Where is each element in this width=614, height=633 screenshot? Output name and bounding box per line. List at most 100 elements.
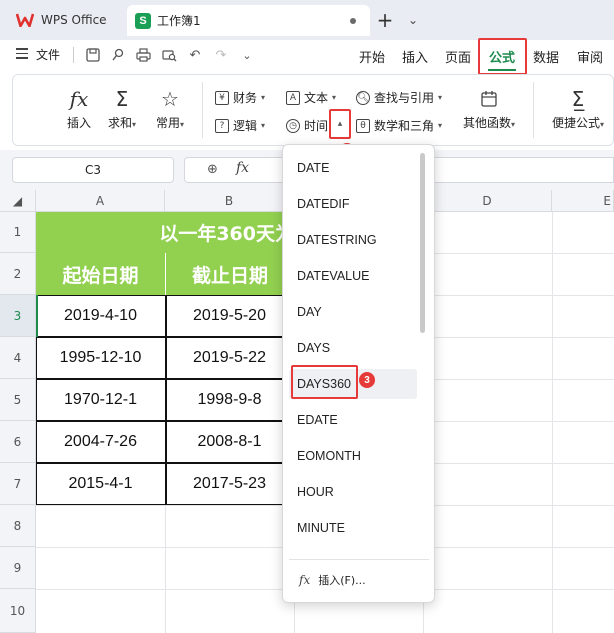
new-tab-button[interactable]: + — [373, 8, 397, 32]
cell-b5[interactable]: 1998-9-8 — [165, 379, 294, 421]
other-functions-button[interactable]: 其他函数▾ — [459, 84, 519, 131]
quick-formula-label: 便捷公式 — [551, 116, 600, 130]
row-header-6[interactable]: 6 — [0, 421, 36, 463]
text-button[interactable]: A 文本 ▾ — [286, 89, 336, 106]
logic-button[interactable]: ? 逻辑 ▾ — [215, 117, 265, 134]
highlight-box-days360 — [291, 365, 358, 399]
quick-formula-icon: Σ̲ — [571, 87, 585, 111]
row-header-7[interactable]: 7 — [0, 463, 36, 505]
dropdown-scrollbar[interactable] — [420, 153, 425, 333]
menu-item-days[interactable]: DAYS — [297, 341, 330, 355]
finance-button[interactable]: ¥ 财务 ▾ — [215, 89, 265, 106]
cell-b4[interactable]: 2019-5-22 — [165, 337, 294, 379]
ribbon-separator — [533, 82, 534, 138]
cell-a3[interactable]: 2019-4-10 — [36, 295, 165, 337]
fx-icon: fx — [69, 87, 89, 111]
workbook-tab-label: 工作簿1 — [157, 14, 201, 28]
insert-function-button[interactable]: fx 插入 — [59, 84, 99, 131]
menu-item-minute[interactable]: MINUTE — [297, 521, 345, 535]
menu-item-eomonth[interactable]: EOMONTH — [297, 449, 361, 463]
cell-a5[interactable]: 1970-12-1 — [36, 379, 165, 421]
cell-a7[interactable]: 2015-4-1 — [36, 463, 165, 505]
math-button[interactable]: θ 数学和三角 ▾ — [356, 117, 442, 134]
cell-b7[interactable]: 2017-5-23 — [165, 463, 294, 505]
wps-logo-icon — [15, 13, 35, 28]
math-icon: θ — [356, 118, 370, 133]
undo-icon[interactable]: ↶ — [186, 46, 204, 64]
insert-function-menu-item[interactable]: fx 插入(F)... — [299, 572, 366, 588]
cell-a6[interactable]: 2004-7-26 — [36, 421, 165, 463]
lookup-label: 查找与引用 — [374, 91, 435, 105]
column-header-e[interactable]: E — [552, 190, 614, 212]
cell-a4[interactable]: 1995-12-10 — [36, 337, 165, 379]
sigma-icon: Σ — [115, 87, 129, 111]
menu-item-day[interactable]: DAY — [297, 305, 322, 319]
menu-separator — [73, 47, 74, 63]
row-header-9[interactable]: 9 — [0, 547, 36, 589]
unsaved-dot-icon[interactable] — [350, 17, 356, 24]
autosum-label: 求和 — [107, 116, 132, 130]
hamburger-menu-icon[interactable] — [16, 48, 28, 60]
cell-b6[interactable]: 2008-8-1 — [165, 421, 294, 463]
time-button[interactable]: ◷ 时间 — [286, 117, 328, 134]
finance-label: 财务 — [233, 91, 258, 105]
row-header-2[interactable]: 2 — [0, 253, 36, 295]
time-label: 时间 — [304, 119, 329, 133]
workbook-tab[interactable]: S 工作簿1 — [127, 5, 370, 36]
finance-icon: ¥ — [215, 90, 229, 105]
time-dropdown-toggle[interactable]: ▴ — [329, 109, 351, 139]
common-functions-button[interactable]: ☆ 常用▾ — [150, 84, 190, 131]
tab-insert[interactable]: 插入 — [402, 47, 428, 66]
column-header-d[interactable]: D — [423, 190, 552, 212]
select-all-corner[interactable]: ◢ — [0, 190, 36, 212]
tab-page[interactable]: 页面 — [445, 47, 471, 66]
row-header-5[interactable]: 5 — [0, 379, 36, 421]
quick-formula-button[interactable]: Σ̲ 便捷公式▾ — [548, 84, 608, 131]
text-label: 文本 — [304, 91, 329, 105]
format-painter-icon[interactable] — [109, 46, 127, 64]
print-icon[interactable] — [134, 46, 152, 64]
row-header-4[interactable]: 4 — [0, 337, 36, 379]
lookup-icon: 🔍︎ — [356, 90, 370, 105]
title-cell[interactable]: 以一年360天为 — [36, 212, 296, 253]
dropdown-separator — [289, 559, 429, 560]
save-icon[interactable] — [84, 46, 102, 64]
tab-data[interactable]: 数据 — [533, 47, 559, 66]
menu-item-datevalue[interactable]: DATEVALUE — [297, 269, 369, 283]
header-end-date[interactable]: 截止日期 — [165, 253, 294, 295]
menu-item-date[interactable]: DATE — [297, 161, 329, 175]
menu-item-edate[interactable]: EDATE — [297, 413, 338, 427]
insert-function-menu-label: 插入(F)... — [318, 574, 366, 587]
zoom-search-icon[interactable]: ⊕ — [207, 162, 218, 177]
text-icon: A — [286, 90, 300, 105]
tab-list-chevron-icon[interactable]: ⌄ — [403, 10, 423, 30]
star-icon: ☆ — [161, 87, 179, 111]
row-header-8[interactable]: 8 — [0, 505, 36, 547]
highlight-box-formulas — [478, 38, 527, 75]
tab-home[interactable]: 开始 — [359, 47, 385, 66]
common-functions-label: 常用 — [155, 116, 180, 130]
quick-access-chevron-icon[interactable]: ⌄ — [238, 46, 256, 64]
row-header-3[interactable]: 3 — [0, 295, 36, 337]
file-menu[interactable]: 文件 — [36, 46, 60, 63]
fx-formula-icon[interactable]: fx — [236, 160, 249, 176]
lookup-button[interactable]: 🔍︎ 查找与引用 ▾ — [356, 89, 442, 106]
name-box[interactable]: C3 — [12, 157, 174, 183]
tab-review[interactable]: 审阅 — [577, 47, 603, 66]
spreadsheet-icon: S — [135, 12, 151, 29]
column-header-a[interactable]: A — [36, 190, 165, 212]
autosum-button[interactable]: Σ 求和▾ — [102, 84, 142, 131]
column-header-b[interactable]: B — [165, 190, 294, 212]
calendar-icon — [459, 84, 519, 114]
menu-item-datedif[interactable]: DATEDIF — [297, 197, 350, 211]
menu-item-hour[interactable]: HOUR — [297, 485, 334, 499]
header-start-date[interactable]: 起始日期 — [36, 253, 165, 295]
row-header-10[interactable]: 10 — [0, 589, 36, 633]
cell-b3[interactable]: 2019-5-20 — [165, 295, 294, 337]
print-preview-icon[interactable] — [160, 46, 178, 64]
chevron-up-icon: ▴ — [337, 119, 343, 129]
redo-icon[interactable]: ↷ — [212, 46, 230, 64]
row-header-1[interactable]: 1 — [0, 212, 36, 253]
wps-office-tab[interactable]: WPS Office — [6, 6, 122, 34]
menu-item-datestring[interactable]: DATESTRING — [297, 233, 377, 247]
